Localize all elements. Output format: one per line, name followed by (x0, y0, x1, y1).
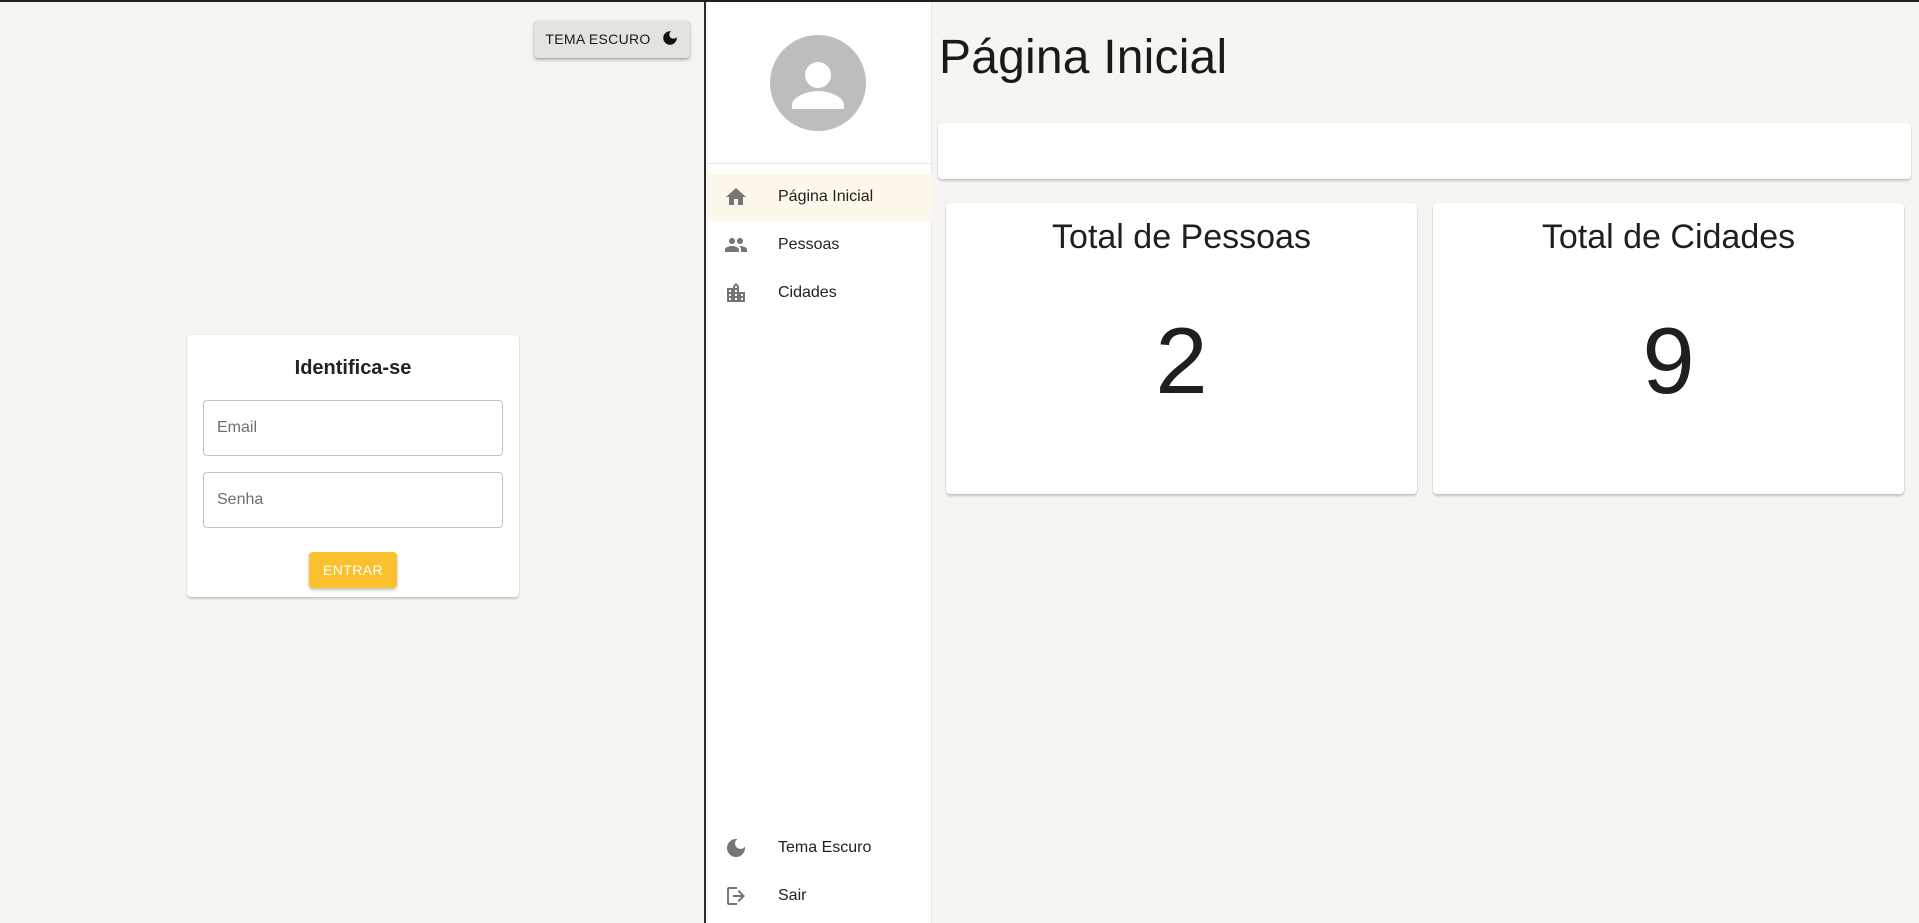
home-icon (708, 185, 764, 209)
sidebar: Página Inicial Pessoas Cidades Tema Escu… (708, 2, 932, 923)
sidebar-item-logout[interactable]: Sair (708, 872, 932, 920)
email-field[interactable] (203, 400, 503, 456)
login-pane: TEMA ESCURO Identifica-se ENTRAR (0, 2, 706, 923)
sidebar-item-label: Sair (778, 887, 807, 904)
page-title: Página Inicial (939, 31, 1228, 84)
sidebar-item-label: Pessoas (778, 236, 840, 253)
sidebar-item-dark-theme[interactable]: Tema Escuro (708, 824, 932, 872)
stat-card-cities: Total de Cidades 9 (1433, 203, 1904, 494)
person-icon (792, 62, 844, 109)
sidebar-item-people[interactable]: Pessoas (708, 221, 932, 269)
toolbar-bar (938, 123, 1911, 179)
city-icon (708, 281, 764, 305)
stat-card-people: Total de Pessoas 2 (946, 203, 1417, 494)
moon-icon (661, 29, 679, 50)
sidebar-item-cities[interactable]: Cidades (708, 269, 932, 317)
stat-card-value: 2 (1155, 308, 1208, 413)
theme-toggle-label: TEMA ESCURO (545, 31, 651, 47)
sidebar-divider (708, 163, 931, 164)
moon-icon (708, 836, 764, 860)
password-field[interactable] (203, 472, 503, 528)
sidebar-item-home[interactable]: Página Inicial (708, 173, 932, 221)
stat-card-title: Total de Pessoas (1052, 218, 1311, 256)
theme-toggle-button[interactable]: TEMA ESCURO (534, 20, 690, 58)
avatar (770, 35, 866, 131)
login-title: Identifica-se (294, 357, 412, 379)
login-card: Identifica-se ENTRAR (187, 335, 519, 597)
main-content: Página Inicial Total de Pessoas 2 Total … (933, 2, 1919, 923)
stat-card-title: Total de Cidades (1541, 218, 1796, 256)
people-icon (708, 233, 764, 257)
stat-card-value: 9 (1642, 308, 1695, 413)
app-root: TEMA ESCURO Identifica-se ENTRAR Página … (0, 0, 1919, 923)
sidebar-item-label: Cidades (778, 284, 837, 301)
sidebar-item-label: Página Inicial (778, 188, 874, 205)
logout-icon (708, 884, 764, 908)
sidebar-item-label: Tema Escuro (778, 839, 872, 856)
enter-button[interactable]: ENTRAR (309, 552, 397, 588)
